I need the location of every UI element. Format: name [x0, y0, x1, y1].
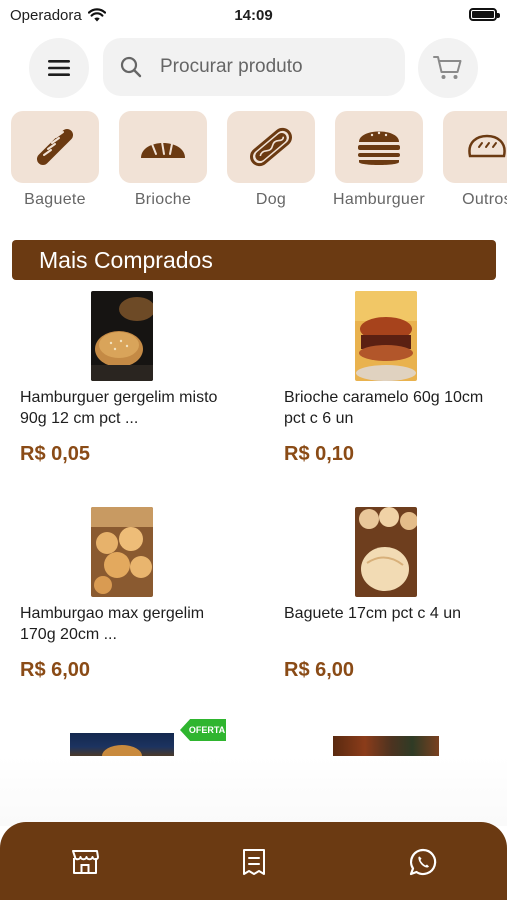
product-image[interactable] — [70, 733, 174, 756]
category-label: Dog — [255, 191, 287, 208]
category-tile[interactable] — [119, 111, 207, 183]
category-label: Outros — [462, 191, 507, 208]
category-baguete[interactable]: Baguete — [1, 111, 109, 209]
nav-store[interactable] — [67, 844, 103, 880]
product-image[interactable] — [355, 291, 417, 381]
category-label: Baguete — [24, 191, 86, 208]
product-image[interactable] — [91, 507, 153, 597]
product-image[interactable] — [333, 736, 439, 756]
category-dog[interactable]: Dog — [217, 111, 325, 209]
carrier-name: Operadora — [10, 6, 82, 24]
cart-button[interactable] — [418, 38, 478, 98]
category-label: Brioche — [134, 191, 192, 208]
list-fade — [0, 756, 507, 826]
nav-whatsapp[interactable] — [405, 844, 441, 880]
category-hamburguer[interactable]: Hamburguer — [325, 111, 433, 209]
menu-button[interactable] — [29, 38, 89, 98]
product-price: R$ 0,05 — [20, 443, 91, 465]
baguette-icon — [36, 128, 74, 166]
product-price: R$ 6,00 — [20, 659, 91, 681]
product-image[interactable] — [355, 507, 417, 597]
store-icon — [72, 850, 99, 874]
search-bar[interactable] — [103, 38, 405, 96]
product-name: Baguete 17cm pct c 4 un — [284, 605, 461, 622]
orders-receipt-icon — [243, 849, 265, 875]
hamburger-icon — [358, 131, 400, 165]
brioche-bread-icon — [141, 141, 185, 158]
category-tile[interactable] — [11, 111, 99, 183]
carrier-info: Operadora — [10, 7, 106, 24]
offer-badge: OFERTA — [180, 719, 226, 741]
product-price: R$ 6,00 — [284, 659, 355, 681]
hamburger-menu-icon — [48, 60, 70, 76]
hot-dog-icon — [250, 127, 292, 167]
wifi-icon — [87, 8, 106, 22]
product-name: Hamburguer gergelim misto 90g 12 cm pct … — [20, 389, 218, 427]
whatsapp-icon — [409, 848, 437, 876]
section-title: Mais Comprados — [12, 240, 496, 280]
bottom-navigation — [0, 822, 507, 900]
category-tile[interactable] — [335, 111, 423, 183]
category-outros[interactable]: Outros — [433, 111, 507, 209]
search-input[interactable] — [160, 56, 380, 78]
category-tile[interactable] — [443, 111, 507, 183]
nav-orders[interactable] — [236, 844, 272, 880]
category-tile[interactable] — [227, 111, 315, 183]
product-image[interactable] — [91, 291, 153, 381]
product-name: Brioche caramelo 60g 10cm pct c 6 un — [284, 389, 484, 427]
cart-icon — [433, 56, 462, 79]
product-name: Hamburgao max gergelim 170g 20cm ... — [20, 605, 205, 643]
product-price: R$ 0,10 — [284, 443, 355, 465]
search-icon — [120, 56, 142, 78]
battery-icon — [469, 8, 500, 21]
status-bar: Operadora 14:09 — [0, 0, 507, 30]
category-brioche[interactable]: Brioche — [109, 111, 217, 209]
category-carousel[interactable]: Baguete Brioche Dog Hamburguer Outros — [0, 111, 507, 221]
bread-loaf-icon — [468, 134, 506, 158]
category-label: Hamburguer — [333, 191, 425, 208]
